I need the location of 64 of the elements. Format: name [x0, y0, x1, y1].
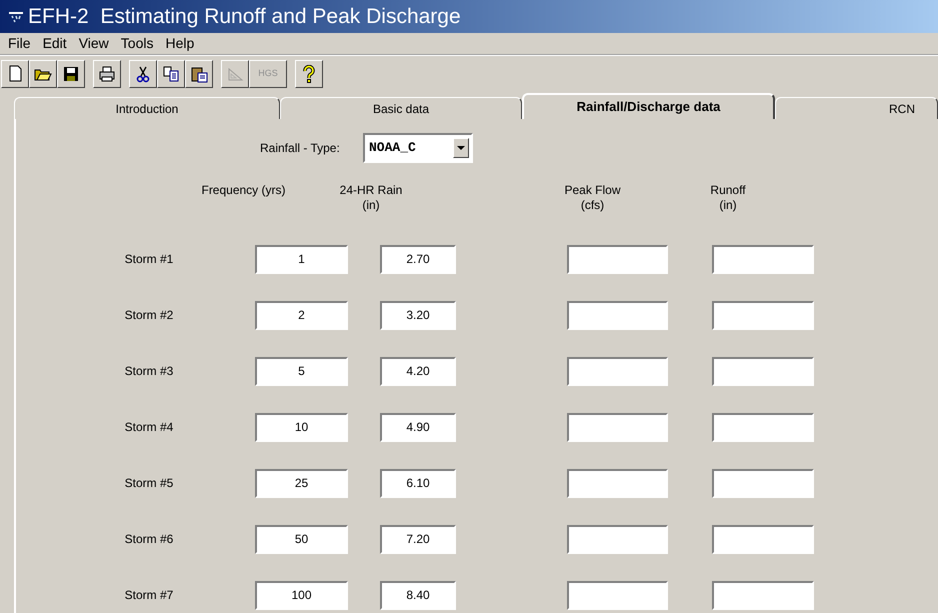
runoff-field[interactable] — [712, 468, 814, 498]
frequency-field[interactable]: 1 — [255, 244, 348, 274]
column-header: Frequency (yrs) — [200, 183, 287, 199]
menu-item[interactable]: Tools — [114, 33, 160, 54]
runoff-field[interactable] — [712, 412, 814, 442]
runoff-field[interactable] — [712, 580, 814, 610]
menu-item[interactable]: Help — [159, 33, 200, 54]
frequency-field[interactable]: 5 — [255, 356, 348, 386]
tab[interactable]: Basic data — [280, 97, 522, 119]
frequency-field[interactable]: 2 — [255, 300, 348, 330]
runoff-field[interactable] — [712, 300, 814, 330]
storm-label: Storm #2 — [124, 307, 174, 324]
frequency-field[interactable]: 100 — [255, 580, 348, 610]
column-header: Runoff (in) — [709, 183, 747, 214]
toolbar-button[interactable] — [1, 60, 29, 88]
column-header: Peak Flow (cfs) — [563, 183, 622, 214]
peak-flow-field[interactable] — [567, 356, 668, 386]
storm-label: Storm #4 — [124, 419, 174, 436]
column-header: 24-HR Rain (in) — [338, 183, 404, 214]
runoff-field[interactable] — [712, 356, 814, 386]
frequency-field[interactable]: 10 — [255, 412, 348, 442]
rain-field[interactable]: 3.20 — [380, 300, 456, 330]
storm-label: Storm #7 — [124, 587, 174, 604]
toolbar-button[interactable] — [185, 60, 213, 88]
menu-item[interactable]: Edit — [36, 33, 73, 54]
toolbar-button[interactable] — [57, 60, 85, 88]
storm-label: Storm #5 — [124, 475, 174, 492]
toolbar-button[interactable] — [157, 60, 185, 88]
rain-field[interactable]: 8.40 — [380, 580, 456, 610]
scissors-icon — [134, 64, 152, 82]
frequency-field[interactable]: 25 — [255, 468, 348, 498]
storm-label: Storm #6 — [124, 531, 174, 548]
rain-field[interactable]: 6.10 — [380, 468, 456, 498]
peak-flow-field[interactable] — [567, 468, 668, 498]
runoff-field[interactable] — [712, 524, 814, 554]
peak-flow-field[interactable] — [567, 412, 668, 442]
storm-label: Storm #1 — [124, 251, 174, 268]
runoff-field[interactable] — [712, 244, 814, 274]
rain-field[interactable]: 4.20 — [380, 356, 456, 386]
rain-field[interactable]: 4.90 — [380, 412, 456, 442]
menu-item[interactable]: File — [2, 33, 37, 54]
toolbar-button[interactable] — [29, 60, 57, 88]
rain-field[interactable]: 7.20 — [380, 524, 456, 554]
toolbar-button[interactable] — [93, 60, 121, 88]
peak-flow-field[interactable] — [567, 580, 668, 610]
storm-label: Storm #3 — [124, 363, 174, 380]
tab[interactable]: RCN — [775, 97, 938, 119]
rain-field[interactable]: 2.70 — [380, 244, 456, 274]
copy-icon — [162, 64, 180, 82]
clipboard-icon — [190, 64, 208, 82]
tab[interactable]: Introduction — [14, 97, 280, 119]
rainfall-type-dropdown[interactable]: NOAA_C — [363, 133, 473, 163]
toolbar-button[interactable] — [129, 60, 157, 88]
peak-flow-field[interactable] — [567, 300, 668, 330]
toolbar-button[interactable] — [295, 60, 323, 88]
rainfall-type-label: Rainfall - Type: — [260, 140, 341, 157]
peak-flow-field[interactable] — [567, 524, 668, 554]
printer-icon — [98, 64, 116, 82]
tab[interactable]: Rainfall/Discharge data — [522, 93, 775, 119]
frequency-field[interactable]: 50 — [255, 524, 348, 554]
peak-flow-field[interactable] — [567, 244, 668, 274]
menu-item[interactable]: View — [72, 33, 115, 54]
app-icon — [8, 10, 24, 24]
window-title: EFH-2 Estimating Runoff and Peak Discharge — [28, 4, 461, 30]
